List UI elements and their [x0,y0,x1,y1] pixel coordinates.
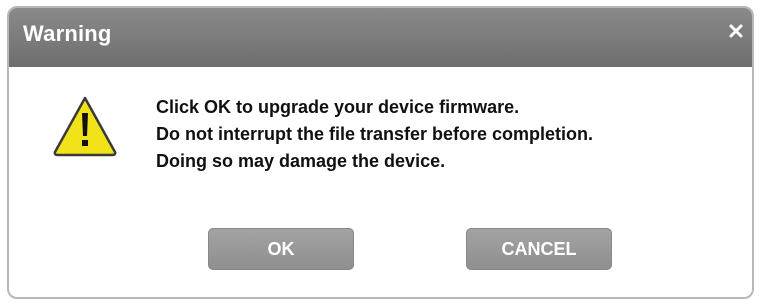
message-line: Doing so may damage the device. [156,151,446,171]
warning-dialog: Warning Click OK to upgrade your device … [7,6,754,299]
dialog-titlebar: Warning [9,8,752,67]
dialog-message: Click OK to upgrade your device firmware… [156,94,746,175]
dialog-title: Warning [23,21,112,46]
cancel-button[interactable]: CANCEL [466,228,612,270]
warning-triangle-icon [51,94,119,158]
message-line: Do not interrupt the file transfer befor… [156,124,594,144]
message-line: Click OK to upgrade your device firmware… [156,97,520,117]
close-icon[interactable] [727,22,745,40]
ok-button[interactable]: OK [208,228,354,270]
